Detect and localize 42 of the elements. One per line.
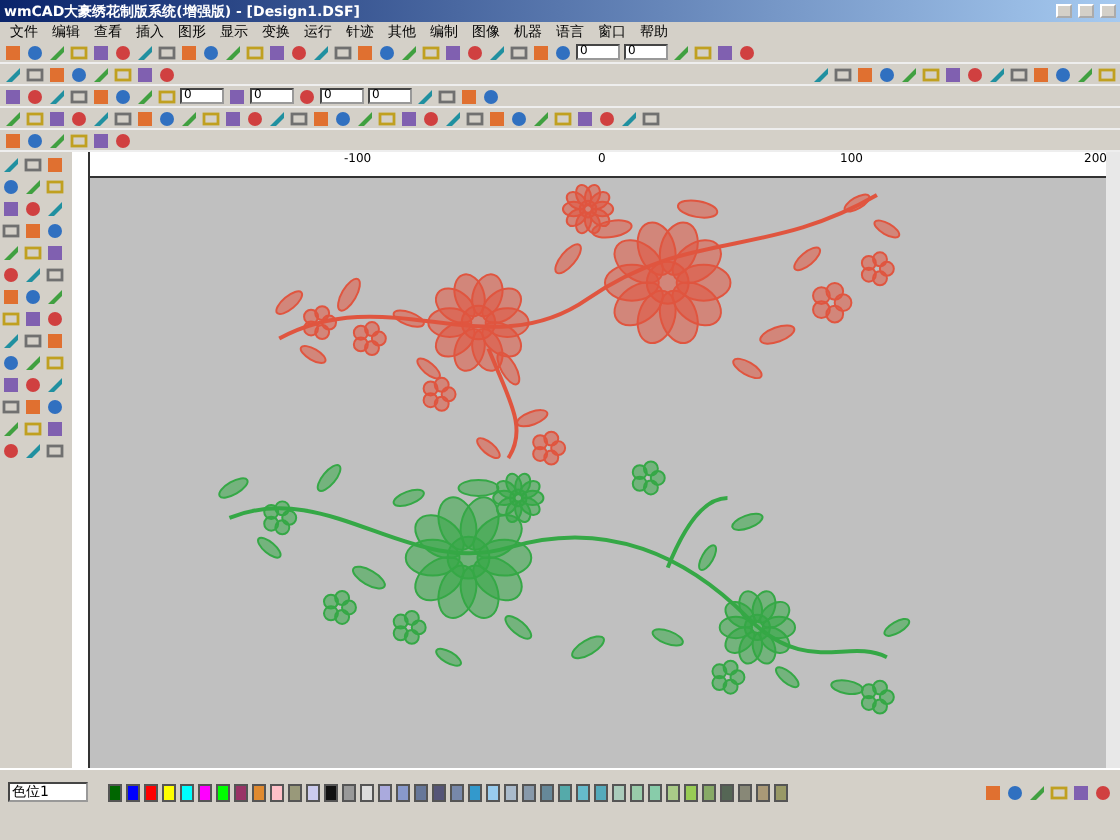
color-swatch[interactable] [540, 783, 554, 801]
color-swatch[interactable] [234, 783, 248, 801]
color-swatch[interactable] [630, 783, 644, 801]
color-swatch[interactable] [702, 783, 716, 801]
color-swatch[interactable] [108, 783, 122, 801]
color-swatch[interactable] [270, 783, 284, 801]
color-swatch[interactable] [666, 783, 680, 801]
close-button[interactable] [1100, 4, 1116, 18]
color-swatch[interactable] [342, 783, 356, 801]
color-swatch[interactable] [144, 783, 158, 801]
color-swatch[interactable] [414, 783, 428, 801]
color-swatch[interactable] [576, 783, 590, 801]
color-swatch[interactable] [162, 783, 176, 801]
vertical-scrollbar[interactable] [1106, 152, 1120, 768]
color-swatch[interactable] [432, 783, 446, 801]
color-swatch[interactable] [504, 783, 518, 801]
color-swatch[interactable] [684, 783, 698, 801]
color-swatch[interactable] [648, 783, 662, 801]
color-swatch[interactable] [396, 783, 410, 801]
color-swatch[interactable] [198, 783, 212, 801]
color-swatch[interactable] [558, 783, 572, 801]
color-swatch[interactable] [522, 783, 536, 801]
color-swatch[interactable] [450, 783, 464, 801]
color-swatch[interactable] [360, 783, 374, 801]
color-swatch[interactable] [378, 783, 392, 801]
color-swatch[interactable] [612, 783, 626, 801]
minimize-button[interactable] [1056, 4, 1072, 18]
color-swatch[interactable] [594, 783, 608, 801]
color-swatch[interactable] [756, 783, 770, 801]
color-swatch[interactable] [216, 783, 230, 801]
color-swatch[interactable] [468, 783, 482, 801]
color-swatch[interactable] [774, 783, 788, 801]
color-swatch[interactable] [324, 783, 338, 801]
color-swatch[interactable] [306, 783, 320, 801]
color-swatch[interactable] [252, 783, 266, 801]
color-swatch[interactable] [720, 783, 734, 801]
maximize-button[interactable] [1078, 4, 1094, 18]
color-swatch[interactable] [738, 783, 752, 801]
color-swatch[interactable] [288, 783, 302, 801]
color-swatch[interactable] [180, 783, 194, 801]
color-swatch[interactable] [126, 783, 140, 801]
color-swatch[interactable] [486, 783, 500, 801]
